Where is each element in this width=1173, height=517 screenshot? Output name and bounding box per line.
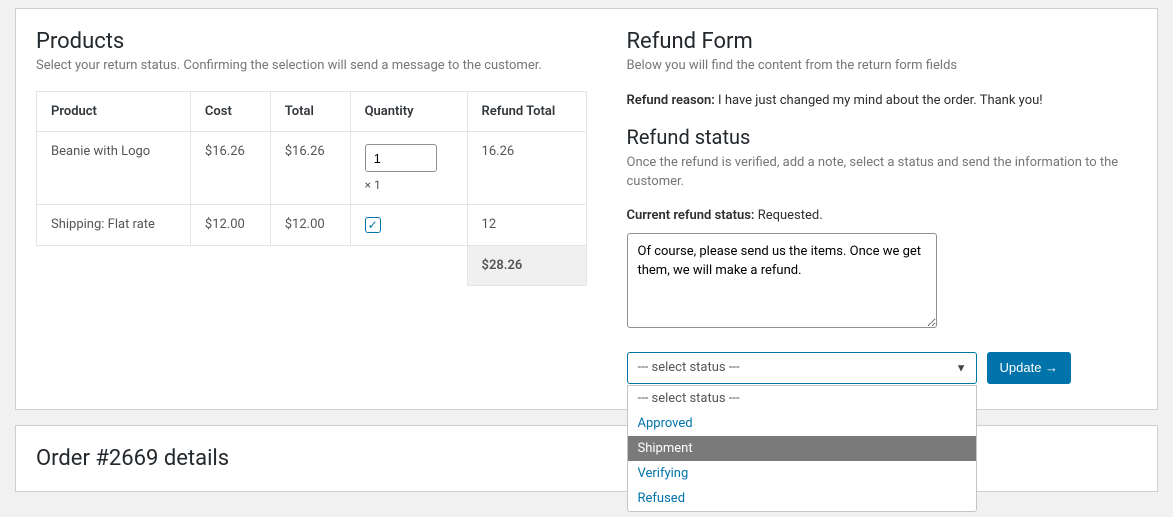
products-section: Products Select your return status. Conf… xyxy=(36,29,587,384)
quantity-input[interactable] xyxy=(365,144,437,172)
th-product: Product xyxy=(37,92,191,132)
th-total: Total xyxy=(270,92,350,132)
refund-card: Products Select your return status. Conf… xyxy=(15,8,1158,410)
cell-quantity: × 1 xyxy=(350,132,467,205)
quantity-multiplier: × 1 xyxy=(365,178,453,192)
status-select-row: --- select status --- ▼ --- select statu… xyxy=(627,352,1138,384)
cell-cost: $12.00 xyxy=(190,205,270,246)
refund-status-desc: Once the refund is verified, add a note,… xyxy=(627,153,1138,192)
refund-reason-line: Refund reason: I have just changed my mi… xyxy=(627,91,1138,111)
status-option-refused[interactable]: Refused xyxy=(628,486,976,511)
current-status-line: Current refund status: Requested. xyxy=(627,208,1138,223)
cell-cost: $16.26 xyxy=(190,132,270,205)
table-row: Shipping: Flat rate $12.00 $12.00 ✓ 12 xyxy=(37,205,587,246)
products-heading: Products xyxy=(36,29,587,54)
products-table: Product Cost Total Quantity Refund Total… xyxy=(36,91,587,286)
refund-reason-label: Refund reason: xyxy=(627,93,715,108)
refund-status-heading: Refund status xyxy=(627,125,1138,149)
th-refund-total: Refund Total xyxy=(467,92,586,132)
products-subtext: Select your return status. Confirming th… xyxy=(36,58,587,73)
current-status-label: Current refund status: xyxy=(627,208,758,223)
refund-form-section: Refund Form Below you will find the cont… xyxy=(627,29,1138,384)
status-dropdown: --- select status --- Approved Shipment … xyxy=(627,385,977,512)
cell-quantity: ✓ xyxy=(350,205,467,246)
refund-form-heading: Refund Form xyxy=(627,29,1138,54)
status-select-wrap: --- select status --- ▼ --- select statu… xyxy=(627,352,977,384)
grand-total: $28.26 xyxy=(467,246,586,286)
refund-form-subtext: Below you will find the content from the… xyxy=(627,58,1138,73)
status-option-default[interactable]: --- select status --- xyxy=(628,386,976,411)
cell-total: $12.00 xyxy=(270,205,350,246)
status-option-shipment[interactable]: Shipment xyxy=(628,436,976,461)
cell-refund-total: 16.26 xyxy=(467,132,586,205)
shipping-checkbox[interactable]: ✓ xyxy=(365,217,381,233)
update-button[interactable]: Update → xyxy=(987,352,1072,384)
cell-refund-total: 12 xyxy=(467,205,586,246)
status-note-textarea[interactable] xyxy=(627,233,937,328)
status-option-approved[interactable]: Approved xyxy=(628,411,976,436)
cell-product: Shipping: Flat rate xyxy=(37,205,191,246)
status-select-value: --- select status --- xyxy=(638,360,740,375)
th-quantity: Quantity xyxy=(350,92,467,132)
cell-total: $16.26 xyxy=(270,132,350,205)
table-row: Beanie with Logo $16.26 $16.26 × 1 16.26 xyxy=(37,132,587,205)
current-status-value: Requested. xyxy=(758,208,823,223)
total-row: $28.26 xyxy=(37,246,587,286)
th-cost: Cost xyxy=(190,92,270,132)
cell-product: Beanie with Logo xyxy=(37,132,191,205)
status-option-verifying[interactable]: Verifying xyxy=(628,461,976,486)
status-select[interactable]: --- select status --- xyxy=(627,352,977,384)
order-details-card: Order #2669 details xyxy=(15,425,1158,492)
refund-reason-text: I have just changed my mind about the or… xyxy=(715,93,1043,108)
